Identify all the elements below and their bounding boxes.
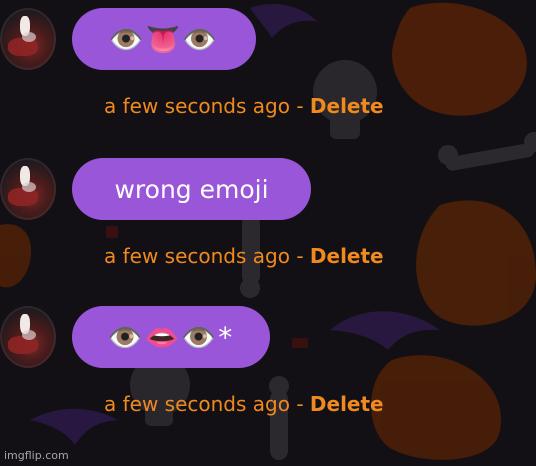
watermark: imgflip.com: [4, 449, 69, 462]
pumpkin-decoration: [416, 200, 536, 326]
message-meta: a few seconds ago - Delete: [104, 94, 384, 118]
delete-link[interactable]: Delete: [310, 94, 384, 118]
pumpkin-decoration: [371, 355, 502, 460]
timestamp: a few seconds ago: [104, 392, 290, 416]
message-bubble: 👁️👄👁️*: [72, 306, 270, 368]
delete-link[interactable]: Delete: [310, 244, 384, 268]
message-meta: a few seconds ago - Delete: [104, 392, 384, 416]
message-meta: a few seconds ago - Delete: [104, 244, 384, 268]
message-text: 👁️👅👁️: [108, 22, 220, 56]
message-bubble: wrong emoji: [72, 158, 311, 220]
meta-separator: -: [289, 392, 310, 416]
timestamp: a few seconds ago: [104, 94, 290, 118]
meta-separator: -: [289, 94, 310, 118]
delete-link[interactable]: Delete: [310, 392, 384, 416]
avatar-image[interactable]: [0, 306, 56, 368]
message-bubble: 👁️👅👁️: [72, 8, 256, 70]
pumpkin-decoration: [0, 224, 32, 288]
avatar-image[interactable]: [0, 158, 56, 220]
pumpkin-decoration: [392, 2, 527, 116]
message-text: 👁️👄👁️*: [107, 320, 235, 354]
message-text: wrong emoji: [114, 174, 269, 204]
avatar-image[interactable]: [0, 8, 56, 70]
timestamp: a few seconds ago: [104, 244, 290, 268]
meta-separator: -: [289, 244, 310, 268]
